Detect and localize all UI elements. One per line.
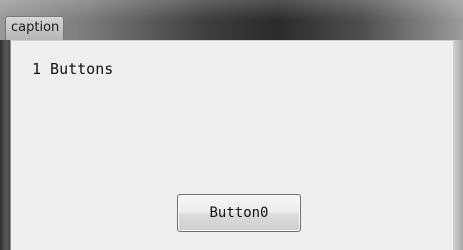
button-count-label: 1 Buttons bbox=[32, 60, 114, 78]
window-title: caption bbox=[11, 20, 60, 35]
window-right-border bbox=[453, 40, 463, 250]
button-0[interactable]: Button0 bbox=[177, 194, 301, 232]
title-bar[interactable]: caption bbox=[0, 0, 463, 40]
client-area: 1 Buttons Button0 bbox=[10, 40, 453, 250]
app-window: caption 1 Buttons Button0 bbox=[0, 0, 463, 250]
